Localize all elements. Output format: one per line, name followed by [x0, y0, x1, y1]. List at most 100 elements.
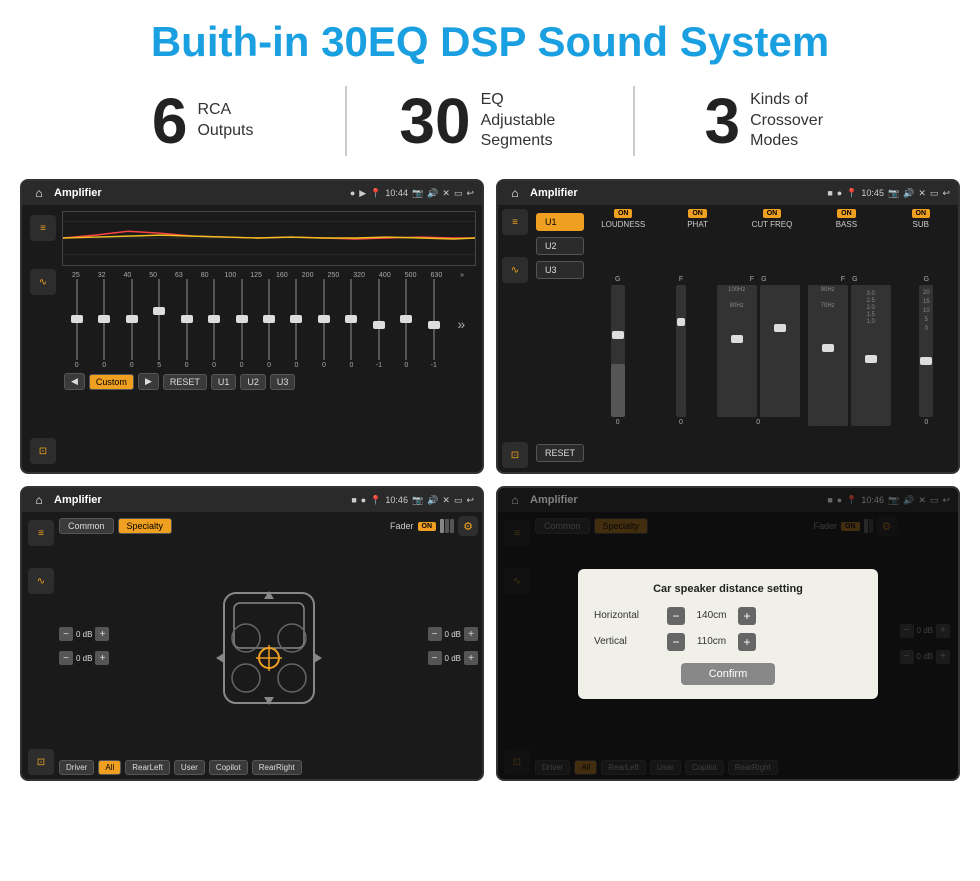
slider-5[interactable]: 0: [174, 279, 199, 369]
horizontal-stepper[interactable]: − 140cm +: [667, 607, 756, 625]
u3-preset-btn[interactable]: U3: [536, 261, 584, 279]
stat-eq: 30 EQ Adjustable Segments: [347, 89, 632, 153]
stats-row: 6 RCA Outputs 30 EQ Adjustable Segments …: [0, 76, 980, 171]
vertical-plus-btn[interactable]: +: [738, 633, 756, 651]
volume-icon: 🔊: [427, 188, 438, 199]
screen1-status-icons: ● ▶ 📍 10:44 📷 🔊 ✕ ▭ ↩: [350, 188, 474, 199]
screen2-status-icons: ■ ● 📍 10:45 📷 🔊 ✕ ▭ ↩: [827, 188, 950, 199]
u3-button[interactable]: U3: [270, 374, 296, 390]
confirm-button[interactable]: Confirm: [681, 663, 776, 685]
slider-11[interactable]: 0: [339, 279, 364, 369]
db-row-2: − 0 dB +: [59, 651, 109, 665]
u2-preset-btn[interactable]: U2: [536, 237, 584, 255]
wave-icon-3[interactable]: ∿: [28, 568, 54, 594]
horizontal-value: 140cm: [689, 610, 734, 621]
slider-14[interactable]: -1: [421, 279, 446, 369]
eq-sliders-row: 0 0 0: [62, 279, 476, 369]
custom-button[interactable]: Custom: [89, 374, 134, 390]
all-btn[interactable]: All: [98, 760, 121, 775]
location-icon: 📍: [370, 188, 381, 199]
close-icon: ✕: [442, 188, 450, 199]
amp2-content: ≡ ∿ ⊡ U1 U2 U3 RESET: [498, 205, 958, 472]
db-row-1: − 0 dB +: [59, 627, 109, 641]
window-icon: ▭: [454, 188, 463, 199]
vertical-stepper[interactable]: − 110cm +: [667, 633, 756, 651]
speaker-icon-3[interactable]: ⊡: [28, 749, 54, 775]
cutfreq-label: CUT FREQ: [752, 220, 793, 229]
eq-filter-icon[interactable]: ≡: [30, 215, 56, 241]
home-icon-2: ⌂: [506, 184, 524, 202]
vertical-minus-btn[interactable]: −: [667, 633, 685, 651]
vertical-label: Vertical: [594, 636, 659, 647]
eq-speaker-icon[interactable]: ⊡: [30, 438, 56, 464]
loudness-label: LOUDNESS: [601, 220, 645, 229]
db-minus-1[interactable]: −: [59, 627, 73, 641]
horizontal-minus-btn[interactable]: −: [667, 607, 685, 625]
slider-13[interactable]: 0: [394, 279, 419, 369]
window-icon-3: ▭: [454, 495, 463, 506]
db-minus-4[interactable]: −: [428, 651, 442, 665]
screen-amp2: ⌂ Amplifier ■ ● 📍 10:45 📷 🔊 ✕ ▭ ↩ ≡ ∿ ⊡: [496, 179, 960, 474]
eq-bottom-bar: ◀ Custom ▶ RESET U1 U2 U3: [62, 369, 476, 392]
slider-2[interactable]: 0: [91, 279, 116, 369]
slider-4[interactable]: 5: [146, 279, 171, 369]
rearright-btn[interactable]: RearRight: [252, 760, 302, 775]
u1-button[interactable]: U1: [211, 374, 237, 390]
slider-9[interactable]: 0: [284, 279, 309, 369]
speaker-icon-2[interactable]: ⊡: [502, 442, 528, 468]
window-icon-2: ▭: [930, 188, 939, 199]
slider-10[interactable]: 0: [311, 279, 336, 369]
dialog-overlay: Car speaker distance setting Horizontal …: [498, 488, 958, 779]
screen1-status-bar: ⌂ Amplifier ● ▶ 📍 10:44 📷 🔊 ✕ ▭ ↩: [22, 181, 482, 205]
screen1-title: Amplifier: [54, 187, 344, 199]
slider-12[interactable]: -1: [366, 279, 391, 369]
vertical-row: Vertical − 110cm +: [594, 633, 862, 651]
stat-text-rca: RCA Outputs: [197, 100, 253, 142]
db-minus-3[interactable]: −: [428, 627, 442, 641]
screen3-status-bar: ⌂ Amplifier ■ ● 📍 10:46 📷 🔊 ✕ ▭ ↩: [22, 488, 482, 512]
loudness-on-badge: ON: [614, 209, 633, 218]
settings-icon-3[interactable]: ⚙: [458, 516, 478, 536]
stat-number-rca: 6: [152, 89, 188, 153]
slider-1[interactable]: 0: [64, 279, 89, 369]
bottom-btns-row: Driver All RearLeft User Copilot RearRig…: [59, 760, 478, 775]
filter-icon-2[interactable]: ≡: [502, 209, 528, 235]
u2-button[interactable]: U2: [240, 374, 266, 390]
db-plus-4[interactable]: +: [464, 651, 478, 665]
db-plus-2[interactable]: +: [95, 651, 109, 665]
slider-3[interactable]: 0: [119, 279, 144, 369]
reset-btn-2[interactable]: RESET: [536, 444, 584, 462]
amp2-main-panel: U1 U2 U3 RESET ON LOUDNESS: [536, 209, 954, 468]
fader-on-badge: ON: [418, 522, 437, 531]
slider-7[interactable]: 0: [229, 279, 254, 369]
camera-icon-2: 📷: [888, 188, 899, 199]
stat-text-eq: EQ Adjustable Segments: [481, 90, 581, 152]
screen-amp3: ⌂ Amplifier ■ ● 📍 10:46 📷 🔊 ✕ ▭ ↩ ≡ ∿ ⊡: [20, 486, 484, 781]
horizontal-plus-btn[interactable]: +: [738, 607, 756, 625]
wave-icon-2[interactable]: ∿: [502, 257, 528, 283]
slider-6[interactable]: 0: [201, 279, 226, 369]
user-btn[interactable]: User: [174, 760, 205, 775]
play-button[interactable]: ▶: [138, 373, 159, 390]
reset-button[interactable]: RESET: [163, 374, 207, 390]
driver-btn[interactable]: Driver: [59, 760, 94, 775]
eq-main-panel: 25 32 40 50 63 80 100 125 160 200 250 32…: [62, 211, 476, 468]
horizontal-row: Horizontal − 140cm +: [594, 607, 862, 625]
location-icon-2: 📍: [846, 188, 857, 199]
screen-amp4: ⌂ Amplifier ■ ● 📍 10:46 📷 🔊 ✕ ▭ ↩ ≡ ∿ ⊡: [496, 486, 960, 781]
common-tab[interactable]: Common: [59, 518, 114, 534]
copilot-btn[interactable]: Copilot: [209, 760, 248, 775]
specialty-tab[interactable]: Specialty: [118, 518, 173, 534]
prev-button[interactable]: ◀: [64, 373, 85, 390]
db-minus-2[interactable]: −: [59, 651, 73, 665]
eq-wave-icon[interactable]: ∿: [30, 269, 56, 295]
u1-preset-btn[interactable]: U1: [536, 213, 584, 231]
page-title: Buith-in 30EQ DSP Sound System: [0, 0, 980, 76]
rearleft-btn[interactable]: RearLeft: [125, 760, 170, 775]
slider-8[interactable]: 0: [256, 279, 281, 369]
back-icon-2: ↩: [942, 188, 950, 199]
db-plus-1[interactable]: +: [95, 627, 109, 641]
filter-icon-3[interactable]: ≡: [28, 520, 54, 546]
db-plus-3[interactable]: +: [464, 627, 478, 641]
volume-icon-2: 🔊: [903, 188, 914, 199]
